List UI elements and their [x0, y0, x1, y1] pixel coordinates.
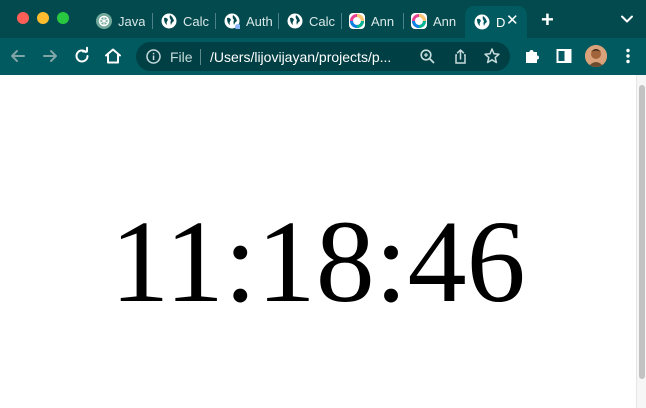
tab-label: Java [118, 13, 146, 29]
forward-arrow-icon[interactable] [40, 46, 60, 66]
clock-display: 11:18:46 [110, 196, 526, 327]
tab-separator [152, 13, 153, 29]
color-ring-icon [349, 13, 365, 29]
globe-icon [474, 14, 490, 30]
close-window-button[interactable] [17, 12, 29, 24]
tab-auth[interactable]: Auth [224, 6, 274, 36]
scrollbar-thumb[interactable] [639, 85, 645, 379]
tab-ann-2[interactable]: Ann [411, 6, 461, 36]
globe-icon [224, 13, 241, 30]
tab-active[interactable]: D ✕ [465, 6, 527, 38]
browser-window: Java Calc Auth Calc Ann Ann D ✕ + File /… [0, 0, 646, 408]
home-icon[interactable] [103, 46, 123, 66]
side-panel-icon[interactable] [554, 46, 574, 66]
tab-ann-1[interactable]: Ann [349, 6, 401, 36]
chatgpt-icon [96, 13, 112, 29]
browser-toolbar: File /Users/lijovijayan/projects/p... [0, 38, 646, 75]
tab-separator [341, 13, 342, 29]
minimize-window-button[interactable] [37, 12, 49, 24]
page-content: 11:18:46 [0, 75, 636, 408]
info-icon[interactable] [145, 48, 162, 70]
zoom-icon[interactable] [419, 48, 436, 70]
avatar[interactable] [585, 45, 607, 67]
close-tab-icon[interactable]: ✕ [506, 13, 519, 29]
address-separator [200, 49, 201, 65]
tab-label: Auth [246, 13, 273, 29]
new-tab-button[interactable]: + [541, 9, 554, 31]
tab-separator [403, 13, 404, 29]
bookmark-star-icon[interactable] [483, 47, 501, 70]
vertical-scrollbar[interactable] [636, 75, 646, 408]
more-menu-icon[interactable] [618, 46, 638, 66]
color-ring-icon [411, 13, 427, 29]
tab-strip: Java Calc Auth Calc Ann Ann D ✕ + [0, 0, 646, 38]
globe-icon [287, 13, 303, 29]
share-icon[interactable] [452, 48, 469, 70]
tab-calc-1[interactable]: Calc [161, 6, 211, 36]
tab-calc-2[interactable]: Calc [287, 6, 337, 36]
extensions-puzzle-icon[interactable] [522, 46, 542, 66]
reload-icon[interactable] [72, 46, 92, 66]
address-bar[interactable]: File /Users/lijovijayan/projects/p... [136, 42, 510, 71]
globe-icon [161, 13, 177, 29]
tab-label: Calc [309, 13, 336, 29]
tab-label: D [496, 14, 506, 30]
tab-separator [215, 13, 216, 29]
tab-java[interactable]: Java [96, 6, 148, 36]
url-scheme-label: File [170, 49, 193, 65]
maximize-window-button[interactable] [57, 12, 69, 24]
tab-label: Calc [183, 13, 210, 29]
tab-separator [278, 13, 279, 29]
chevron-down-icon[interactable] [620, 12, 634, 31]
tab-label: Ann [371, 13, 395, 29]
back-arrow-icon[interactable] [8, 46, 28, 66]
tab-label: Ann [433, 13, 457, 29]
url-text[interactable]: /Users/lijovijayan/projects/p... [210, 49, 410, 65]
